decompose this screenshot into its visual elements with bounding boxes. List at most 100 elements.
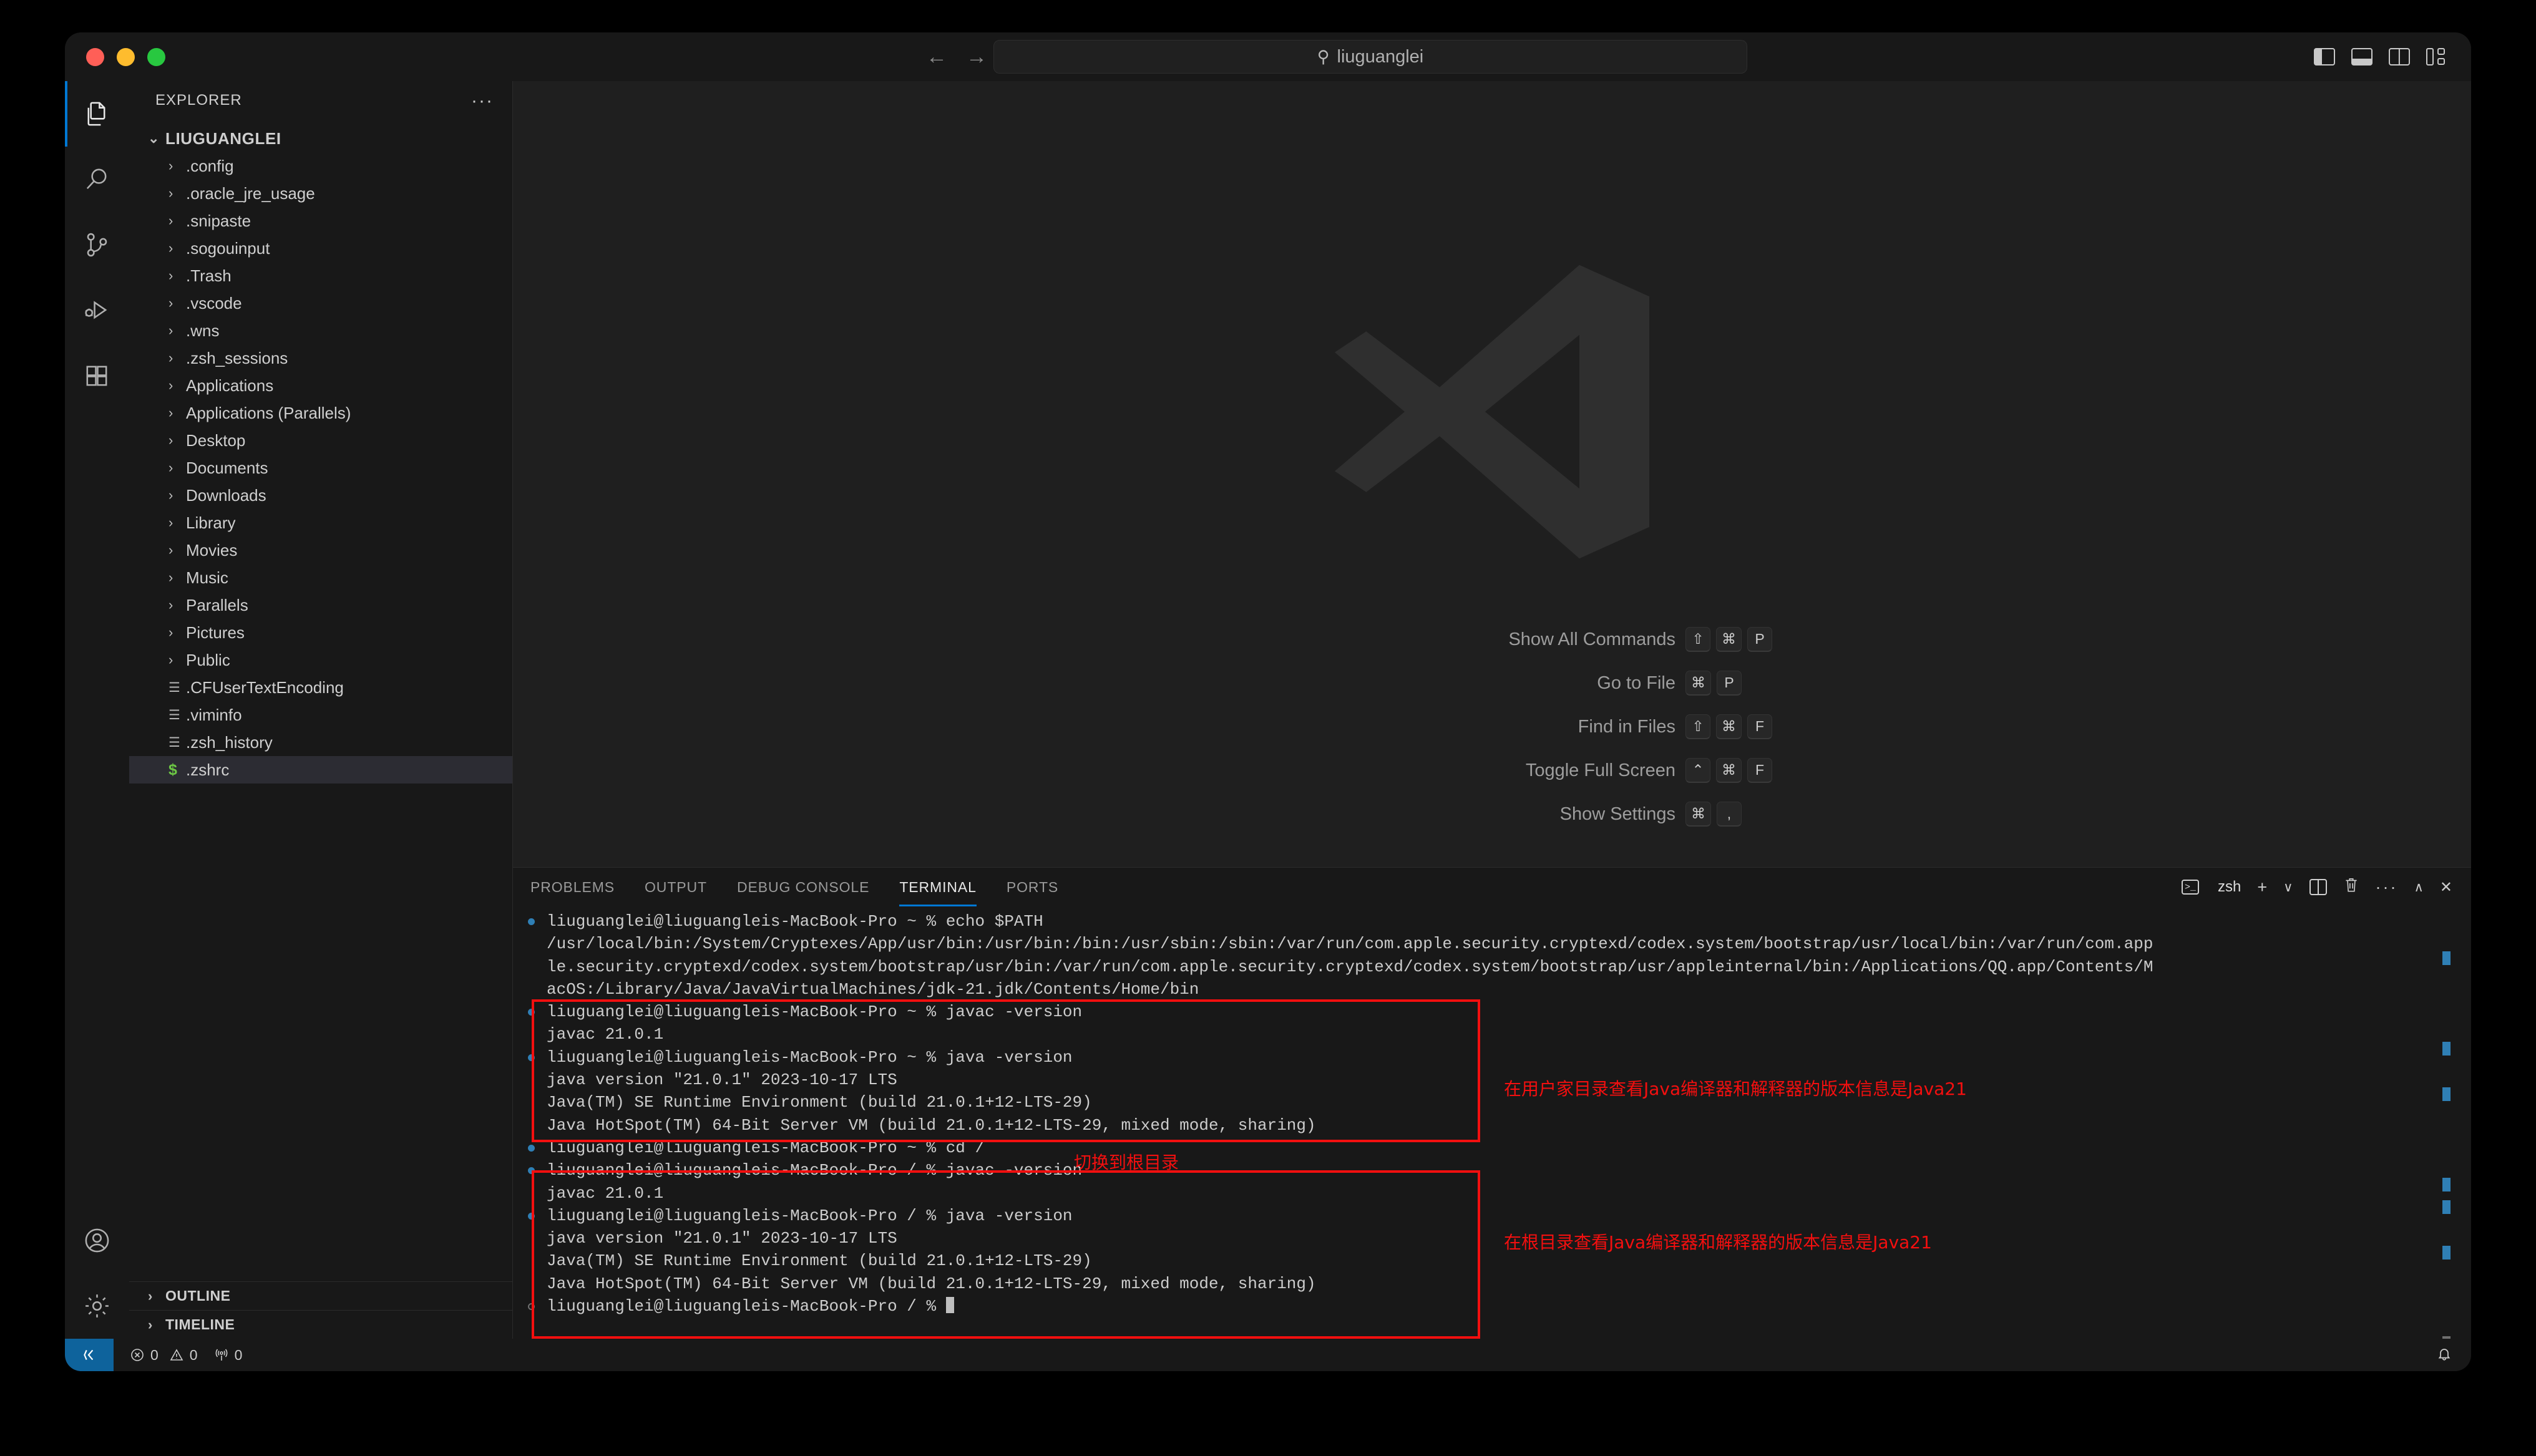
tree-item-downloads[interactable]: › Downloads [129,482,512,509]
zoom-window-button[interactable] [147,47,165,66]
overview-marker [2442,1178,2451,1191]
sidebar-item-extensions[interactable] [65,343,129,409]
sidebar-item-explorer[interactable] [65,81,129,147]
chevron-down-icon[interactable]: ∨ [2283,880,2293,895]
kill-terminal-icon[interactable] [2343,876,2359,898]
remote-window-indicator[interactable] [65,1339,114,1371]
tree-item-sogouinput[interactable]: › .sogouinput [129,235,512,262]
tab-terminal[interactable]: TERMINAL [899,868,977,906]
chevron-right-icon: › [168,405,173,420]
tree-item-applications[interactable]: › Applications [129,372,512,399]
go-forward-button[interactable]: → [966,46,987,67]
tree-root-liuguanglei[interactable]: ⌄ LIUGUANGLEI [129,125,512,152]
sidebar-more-actions-icon[interactable]: ··· [471,91,494,110]
tab-label: PORTS [1006,878,1059,895]
terminal-overview-ruler[interactable] [2442,945,2454,1339]
tree-item-viminfo[interactable]: ☰ .viminfo [129,701,512,729]
tree-item-library[interactable]: › Library [129,509,512,536]
split-terminal-icon[interactable] [2309,879,2327,895]
command-decoration-icon[interactable] [528,1009,535,1016]
shortcut-keys: ⌃ ⌘ F [1685,758,1804,783]
tree-item-label: .snipaste [186,211,251,230]
sidebar-item-search[interactable] [65,147,129,212]
terminal-line-text: le.security.cryptexd/codex.system/bootst… [547,957,2153,976]
tree-item-zsh-sessions[interactable]: › .zsh_sessions [129,344,512,372]
terminal-line: liuguanglei@liuguangleis-MacBook-Pro / %… [528,1205,2471,1227]
tree-item-documents[interactable]: › Documents [129,454,512,482]
sidebar-item-source-control[interactable] [65,212,129,278]
overview-marker [2442,951,2451,965]
keycap: ⇧ [1685,714,1710,739]
keycap: P [1717,671,1742,696]
tree-item-oracle-jre-usage[interactable]: › .oracle_jre_usage [129,180,512,207]
tree-item-label: Downloads [186,485,266,505]
chevron-right-icon: › [168,158,173,173]
terminal-line: Java HotSpot(TM) 64-Bit Server VM (build… [547,1114,2471,1137]
shortcut-keys: ⇧ ⌘ P [1685,627,1804,652]
tab-problems[interactable]: PROBLEMS [530,868,615,906]
chevron-right-icon: › [168,542,173,558]
tree-item-applications-parallels[interactable]: › Applications (Parallels) [129,399,512,427]
tree-item-label: Applications (Parallels) [186,403,351,422]
tree-item-label: .wns [186,321,220,340]
tree-item-music[interactable]: › Music [129,564,512,591]
shortcut-keys: ⌘ P [1685,671,1804,696]
command-decoration-icon[interactable] [528,1144,535,1152]
terminal-shell-name[interactable]: zsh [2218,878,2241,896]
accounts-button[interactable] [65,1208,129,1273]
command-decoration-icon[interactable] [528,1054,535,1061]
panel-more-actions-icon[interactable]: ··· [2376,878,2398,895]
tree-item-desktop[interactable]: › Desktop [129,427,512,454]
command-center[interactable]: ⚲ liuguanglei [993,40,1747,74]
chevron-right-icon: › [168,185,173,201]
close-panel-icon[interactable]: ✕ [2440,878,2452,896]
bell-icon[interactable] [2436,1345,2452,1365]
terminal-line-text: /usr/local/bin:/System/Cryptexes/App/usr… [547,934,2153,954]
command-decoration-icon[interactable] [528,1303,535,1311]
tree-item-snipaste[interactable]: › .snipaste [129,207,512,235]
terminal-output[interactable]: liuguanglei@liuguangleis-MacBook-Pro ~ %… [513,906,2471,1339]
tree-item-wns[interactable]: › .wns [129,317,512,344]
status-left-group: 0 0 0 [130,1347,242,1364]
toggle-secondary-sidebar-icon[interactable] [2389,48,2410,66]
go-back-button[interactable]: ← [926,46,947,67]
command-decoration-icon[interactable] [528,918,535,925]
tree-item-public[interactable]: › Public [129,646,512,674]
tree-item-zsh-history[interactable]: ☰ .zsh_history [129,729,512,756]
tab-ports[interactable]: PORTS [1007,868,1058,906]
sidebar-item-run-and-debug[interactable] [65,278,129,343]
tree-item-movies[interactable]: › Movies [129,536,512,564]
status-badge-ports[interactable]: 0 [214,1347,242,1364]
status-badge-problems[interactable]: 0 0 [130,1347,198,1364]
toggle-primary-sidebar-icon[interactable] [2314,48,2335,66]
shortcut-label: Show Settings [1559,803,1675,824]
tab-output[interactable]: OUTPUT [645,868,707,906]
customize-layout-icon[interactable] [2426,48,2447,66]
toggle-panel-icon[interactable] [2351,48,2373,66]
tree-item-config[interactable]: › .config [129,152,512,180]
tree-item-parallels[interactable]: › Parallels [129,591,512,619]
maximize-panel-icon[interactable]: ∧ [2414,880,2424,895]
tree-item-cfusertextencoding[interactable]: ☰ .CFUserTextEncoding [129,674,512,701]
tab-label: OUTPUT [645,878,707,895]
new-terminal-button[interactable]: + [2257,878,2267,897]
tree-item-label: Library [186,513,236,532]
sidebar-section-outline[interactable]: › OUTLINE [129,1281,512,1310]
shortcut-row: Find in Files ⇧ ⌘ F [1180,705,1804,749]
gear-icon[interactable] [65,1273,129,1339]
command-decoration-icon[interactable] [528,1212,535,1220]
tab-debug-console[interactable]: DEBUG CONSOLE [737,868,869,906]
tree-item-zshrc[interactable]: $ .zshrc [129,756,512,784]
minimize-window-button[interactable] [117,47,135,66]
sidebar-section-timeline[interactable]: › TIMELINE [129,1310,512,1339]
shortcut-label: Show All Commands [1508,629,1675,649]
keycap: ⌘ [1716,714,1742,739]
terminal-line: liuguanglei@liuguangleis-MacBook-Pro ~ %… [528,1046,2471,1069]
tree-item-vscode[interactable]: › .vscode [129,289,512,317]
close-window-button[interactable] [86,47,104,66]
command-decoration-icon[interactable] [528,1167,535,1175]
tree-item-trash[interactable]: › .Trash [129,262,512,289]
shortcut-label: Find in Files [1578,716,1675,737]
tree-item-label: Applications [186,376,274,395]
tree-item-pictures[interactable]: › Pictures [129,619,512,646]
